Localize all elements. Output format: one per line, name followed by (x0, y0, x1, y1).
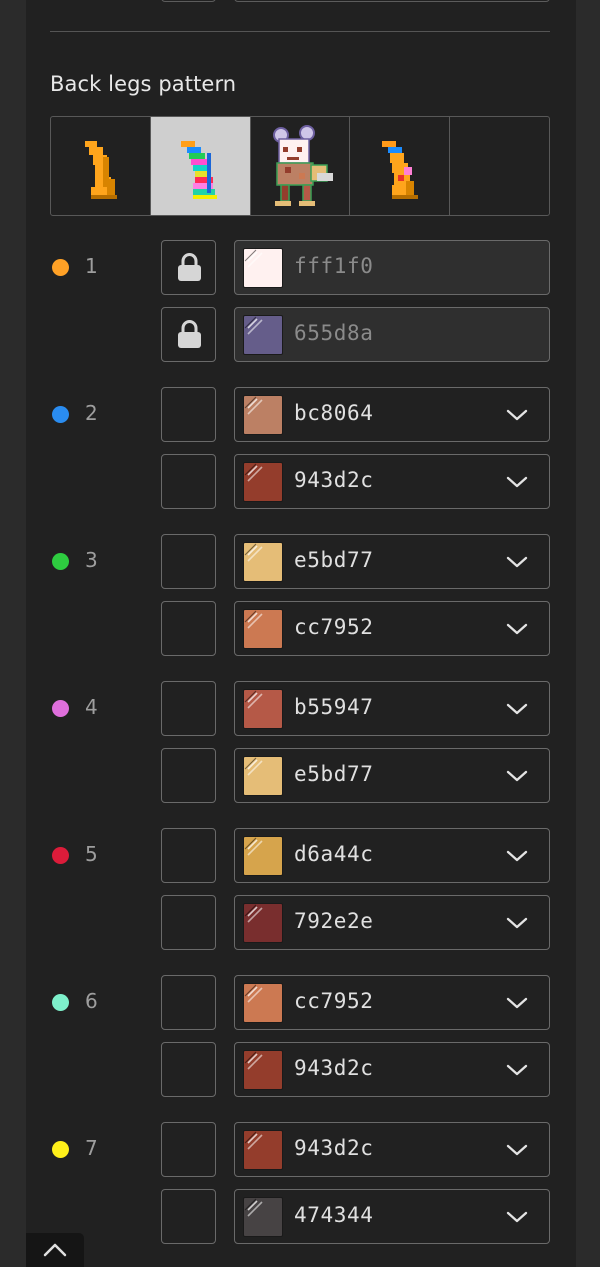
color-select[interactable]: 655d8a (234, 307, 550, 362)
color-select[interactable]: 474344 (234, 1189, 550, 1244)
color-swatch (243, 983, 283, 1023)
lock-toggle[interactable] (161, 975, 216, 1030)
lock-toggle[interactable] (161, 681, 216, 736)
hex-value: 943d2c (294, 1136, 374, 1160)
chevron-down-icon (506, 1142, 528, 1161)
rainbow-striped-leg-icon (180, 141, 217, 199)
orange-patched-leg-icon (382, 141, 419, 199)
color-select[interactable]: e5bd77 (234, 534, 550, 589)
color-select[interactable]: bc8064 (234, 387, 550, 442)
orange-crescent-leg-icon (85, 141, 117, 199)
lock-toggle[interactable] (161, 1122, 216, 1177)
pattern-option-4[interactable] (350, 117, 451, 215)
slot-color-dot (52, 700, 69, 717)
lock-toggle[interactable] (161, 534, 216, 589)
chevron-up-icon (43, 1243, 67, 1257)
color-select[interactable]: 943d2c (234, 1122, 550, 1177)
slot-number: 6 (85, 989, 98, 1013)
color-select[interactable]: d6a44c (234, 828, 550, 883)
color-select[interactable]: 943d2c (234, 1042, 550, 1097)
color-swatch (243, 315, 283, 355)
slot-number: 3 (85, 548, 98, 572)
slot-color-dot (52, 847, 69, 864)
hex-value: 943d2c (294, 468, 374, 492)
hex-value: cc7952 (294, 615, 374, 639)
hex-value: d6a44c (294, 842, 374, 866)
hex-value: 474344 (294, 1203, 374, 1227)
chevron-down-icon (506, 768, 528, 787)
pattern-option-3[interactable] (251, 117, 351, 215)
chevron-down-icon (506, 701, 528, 720)
color-select[interactable]: b55947 (234, 681, 550, 736)
color-swatch (243, 756, 283, 796)
pattern-option-1[interactable] (51, 117, 151, 215)
partial-lock-box[interactable] (161, 0, 216, 2)
lock-toggle[interactable] (161, 828, 216, 883)
color-select[interactable]: cc7952 (234, 975, 550, 1030)
color-select[interactable]: cc7952 (234, 601, 550, 656)
color-swatch (243, 1050, 283, 1090)
color-swatch (243, 395, 283, 435)
color-select[interactable]: fff1f0 (234, 240, 550, 295)
hex-value: b55947 (294, 695, 374, 719)
chevron-down-icon (506, 554, 528, 573)
lock-toggle[interactable] (161, 1189, 216, 1244)
section-divider (50, 31, 550, 32)
chevron-down-icon (506, 915, 528, 934)
hex-value: bc8064 (294, 401, 374, 425)
hex-value: fff1f0 (294, 254, 374, 278)
slot-color-dot (52, 259, 69, 276)
hex-value: 792e2e (294, 909, 374, 933)
chevron-down-icon (506, 995, 528, 1014)
hex-value: cc7952 (294, 989, 374, 1013)
slot-color-dot (52, 406, 69, 423)
color-swatch (243, 903, 283, 943)
slot-number: 4 (85, 695, 98, 719)
scroll-top-button[interactable] (26, 1233, 84, 1267)
chevron-down-icon (506, 407, 528, 426)
slot-color-dot (52, 1141, 69, 1158)
color-select[interactable]: 943d2c (234, 454, 550, 509)
lock-toggle[interactable] (161, 240, 216, 295)
partial-color-field[interactable] (234, 0, 550, 2)
slot-color-dot (52, 553, 69, 570)
slot-number: 2 (85, 401, 98, 425)
lock-toggle[interactable] (161, 601, 216, 656)
color-swatch (243, 462, 283, 502)
pattern-option-5[interactable] (450, 117, 549, 215)
lock-toggle[interactable] (161, 307, 216, 362)
color-swatch (243, 542, 283, 582)
hex-value: e5bd77 (294, 548, 374, 572)
lock-toggle[interactable] (161, 1042, 216, 1097)
hex-value: 655d8a (294, 321, 374, 345)
chevron-down-icon (506, 1209, 528, 1228)
color-swatch (243, 1130, 283, 1170)
pony-preview-icon (272, 125, 333, 206)
chevron-down-icon (506, 848, 528, 867)
color-select[interactable]: e5bd77 (234, 748, 550, 803)
slot-color-dot (52, 994, 69, 1011)
lock-toggle[interactable] (161, 895, 216, 950)
lock-toggle[interactable] (161, 454, 216, 509)
color-select[interactable]: 792e2e (234, 895, 550, 950)
lock-toggle[interactable] (161, 387, 216, 442)
pattern-selector (50, 116, 550, 216)
hex-value: 943d2c (294, 1056, 374, 1080)
hex-value: e5bd77 (294, 762, 374, 786)
slot-number: 7 (85, 1136, 98, 1160)
pattern-option-2[interactable] (150, 117, 251, 215)
color-swatch (243, 1197, 283, 1237)
color-swatch (243, 609, 283, 649)
slot-number: 1 (85, 254, 98, 278)
chevron-down-icon (506, 474, 528, 493)
chevron-down-icon (506, 621, 528, 640)
color-swatch (243, 836, 283, 876)
chevron-down-icon (506, 1062, 528, 1081)
color-swatch (243, 689, 283, 729)
color-swatch (243, 248, 283, 288)
slot-number: 5 (85, 842, 98, 866)
section-title: Back legs pattern (50, 72, 237, 96)
lock-toggle[interactable] (161, 748, 216, 803)
